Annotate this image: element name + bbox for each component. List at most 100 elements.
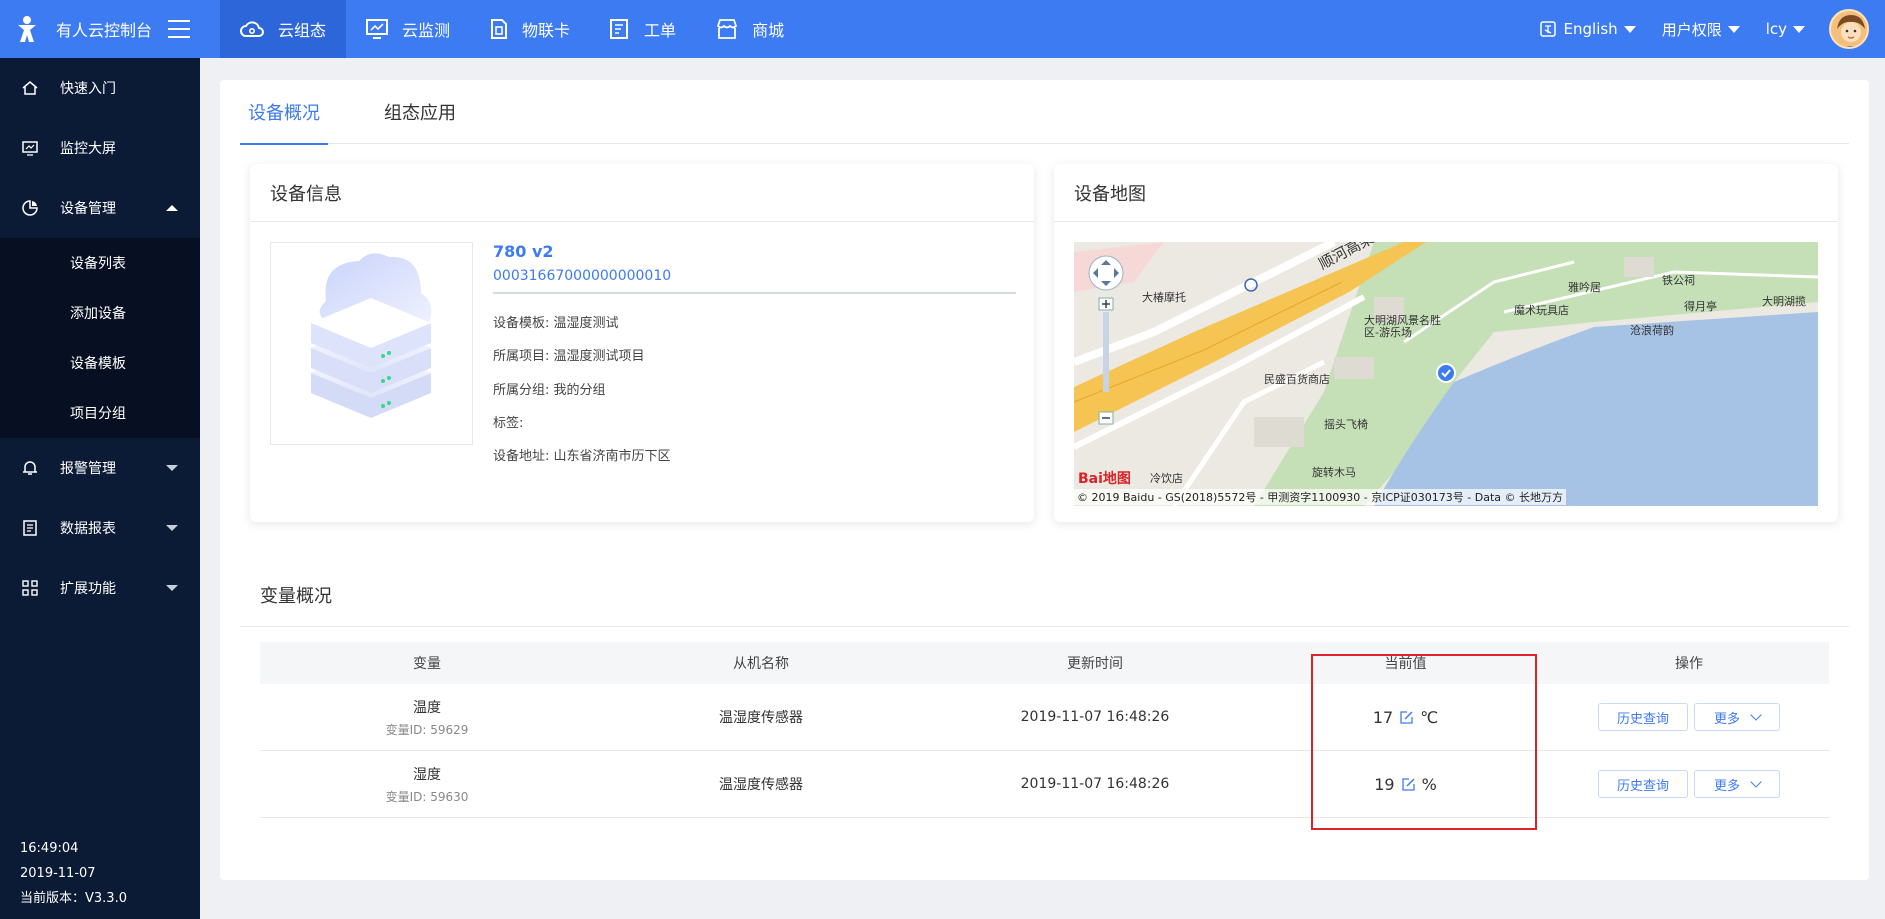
avatar-icon — [1831, 11, 1867, 47]
tab-device-overview[interactable]: 设备概况 — [240, 80, 328, 145]
more-button[interactable]: 更多 — [1694, 703, 1780, 731]
map-copyright: © 2019 Baidu - GS(2018)5572号 - 甲测资字11009… — [1074, 489, 1567, 505]
map-label: 大椿摩托 — [1142, 291, 1186, 304]
table-row: 温度 变量ID: 59629 温湿度传感器 2019-11-07 16:48:2… — [260, 684, 1829, 751]
sidebar-item-data-report[interactable]: 数据报表 — [0, 498, 200, 558]
avatar[interactable] — [1829, 9, 1869, 49]
sidebar-subitem-label: 设备列表 — [70, 256, 126, 272]
sidebar-item-label: 设备管理 — [60, 201, 116, 217]
sidebar-subitem-label: 添加设备 — [70, 306, 126, 322]
tab-config-app[interactable]: 组态应用 — [376, 80, 464, 144]
nav-label: 工单 — [644, 21, 677, 40]
device-info-panel: 设备信息 780 v2 00031667000000000010 设备模板: 温… — [250, 164, 1034, 522]
device-template: 设备模板: 温湿度测试 — [493, 316, 619, 331]
sidebar-item-quick-start[interactable]: 快速入门 — [0, 58, 200, 118]
update-time: 2019-11-07 16:48:26 — [1020, 709, 1170, 725]
sidebar-subitem-label: 设备模板 — [70, 356, 126, 372]
chevron-down-icon — [1750, 709, 1762, 721]
history-query-button[interactable]: 历史查询 — [1598, 770, 1688, 798]
sidebar-item-label: 报警管理 — [60, 461, 116, 477]
sidebar-footer: 16:49:04 2019-11-07 当前版本：V3.3.0 — [20, 836, 127, 911]
chevron-down-icon — [166, 585, 178, 591]
device-address: 设备地址: 山东省济南市历下区 — [493, 449, 671, 464]
store-icon — [717, 19, 738, 39]
variable-id: 变量ID: 59629 — [385, 722, 469, 737]
bell-icon — [23, 461, 37, 475]
variable-cell: 温度 变量ID: 59629 — [260, 697, 594, 738]
nav-label: 商城 — [752, 21, 785, 40]
current-date: 2019-11-07 — [20, 866, 96, 881]
sidebar-subitem-label: 项目分组 — [70, 406, 126, 422]
nav-label: 云监测 — [402, 21, 451, 40]
sidebar-item-device-template[interactable]: 设备模板 — [0, 338, 200, 388]
device-group: 所属分组: 我的分组 — [493, 383, 606, 398]
nav-iot-card[interactable]: 物联卡 — [470, 0, 590, 58]
nav-label: 物联卡 — [522, 21, 571, 40]
sidebar-item-device-list[interactable]: 设备列表 — [0, 238, 200, 288]
device-info-title: 设备信息 — [250, 164, 1034, 222]
history-query-button[interactable]: 历史查询 — [1598, 703, 1688, 731]
column-header: 从机名称 — [733, 656, 789, 672]
chevron-down-icon — [1793, 25, 1805, 33]
divider — [240, 626, 1849, 627]
map-view[interactable]: 顺河高架 大椿摩托 民盛百货商店 大明湖风景名胜区-游乐场 雅吟居 铁公祠 魔术… — [1074, 242, 1818, 506]
home-icon — [22, 81, 38, 95]
update-time: 2019-11-07 16:48:26 — [1020, 776, 1170, 792]
sidebar-item-device-management[interactable]: 设备管理 — [0, 178, 200, 238]
nav-work-order[interactable]: 工单 — [590, 0, 696, 58]
device-map-panel: 设备地图 顺河高架 大椿摩托 民盛百货商店 大明湖风景名胜区-游乐场 雅吟居 铁… — [1054, 164, 1838, 522]
permissions-menu[interactable]: 用户权限 — [1662, 19, 1740, 40]
sidebar-item-extensions[interactable]: 扩展功能 — [0, 558, 200, 618]
map-label: 铁公祠 — [1662, 274, 1695, 287]
slave-name: 温湿度传感器 — [719, 777, 803, 793]
pie-chart-icon — [22, 200, 38, 216]
table-header: 变量 从机名称 更新时间 当前值 操作 — [260, 642, 1829, 684]
column-header: 更新时间 — [1067, 656, 1123, 672]
variable-cell: 湿度 变量ID: 59630 — [260, 764, 594, 805]
top-nav: 云组态 云监测 物联卡 工单 商城 — [220, 0, 804, 58]
column-header: 操作 — [1675, 656, 1703, 672]
sidebar-item-add-device[interactable]: 添加设备 — [0, 288, 200, 338]
device-submenu: 设备列表 添加设备 设备模板 项目分组 — [0, 238, 200, 438]
table-row: 湿度 变量ID: 59630 温湿度传感器 2019-11-07 16:48:2… — [260, 751, 1829, 818]
more-label: 更多 — [1713, 711, 1740, 727]
map-label: 旋转木马 — [1312, 466, 1356, 479]
nav-cloud-config[interactable]: 云组态 — [220, 0, 347, 58]
top-right-tools: English 用户权限 lcy — [1514, 0, 1869, 58]
more-button[interactable]: 更多 — [1694, 770, 1780, 798]
map-label: 民盛百货商店 — [1264, 373, 1330, 386]
divider — [493, 292, 1016, 294]
translate-icon — [1539, 21, 1556, 37]
username: lcy — [1765, 20, 1787, 38]
variable-name: 湿度 — [413, 766, 441, 783]
map-label: 沧浪荷韵 — [1630, 324, 1674, 337]
more-label: 更多 — [1713, 778, 1740, 794]
map-label: 大明湖风景名胜区-游乐场 — [1364, 314, 1441, 339]
column-header: 变量 — [413, 656, 441, 672]
device-serial: 00031667000000000010 — [493, 268, 672, 284]
slave-name: 温湿度传感器 — [719, 710, 803, 726]
user-menu[interactable]: lcy — [1766, 20, 1805, 38]
map-label: 得月亭 — [1684, 300, 1717, 313]
nav-cloud-monitor[interactable]: 云监测 — [346, 0, 470, 58]
variables-table: 变量 从机名称 更新时间 当前值 操作 温度 变量ID: 59629 温湿度传感… — [260, 642, 1829, 818]
variable-name: 温度 — [413, 699, 441, 716]
device-image — [270, 242, 473, 445]
sidebar-item-project-group[interactable]: 项目分组 — [0, 388, 200, 438]
menu-toggle-icon[interactable] — [168, 20, 191, 38]
language-select[interactable]: English — [1539, 20, 1636, 38]
sidebar-item-label: 快速入门 — [60, 81, 116, 97]
chevron-down-icon — [1750, 776, 1762, 788]
sidebar-item-alarm-management[interactable]: 报警管理 — [0, 438, 200, 498]
grid-icon — [22, 580, 38, 596]
nav-store[interactable]: 商城 — [696, 0, 804, 58]
sidebar-item-big-screen[interactable]: 监控大屏 — [0, 118, 200, 178]
variable-id: 变量ID: 59630 — [385, 789, 469, 804]
map-label: 魔术玩具店 — [1514, 304, 1569, 317]
map-canvas[interactable] — [1074, 242, 1818, 506]
monitor-icon — [366, 19, 389, 39]
map-label: 雅吟居 — [1568, 281, 1601, 294]
device-name[interactable]: 780 v2 — [493, 242, 554, 261]
logo-icon — [18, 16, 36, 42]
actions-cell: 历史查询 更多 — [1549, 770, 1829, 798]
